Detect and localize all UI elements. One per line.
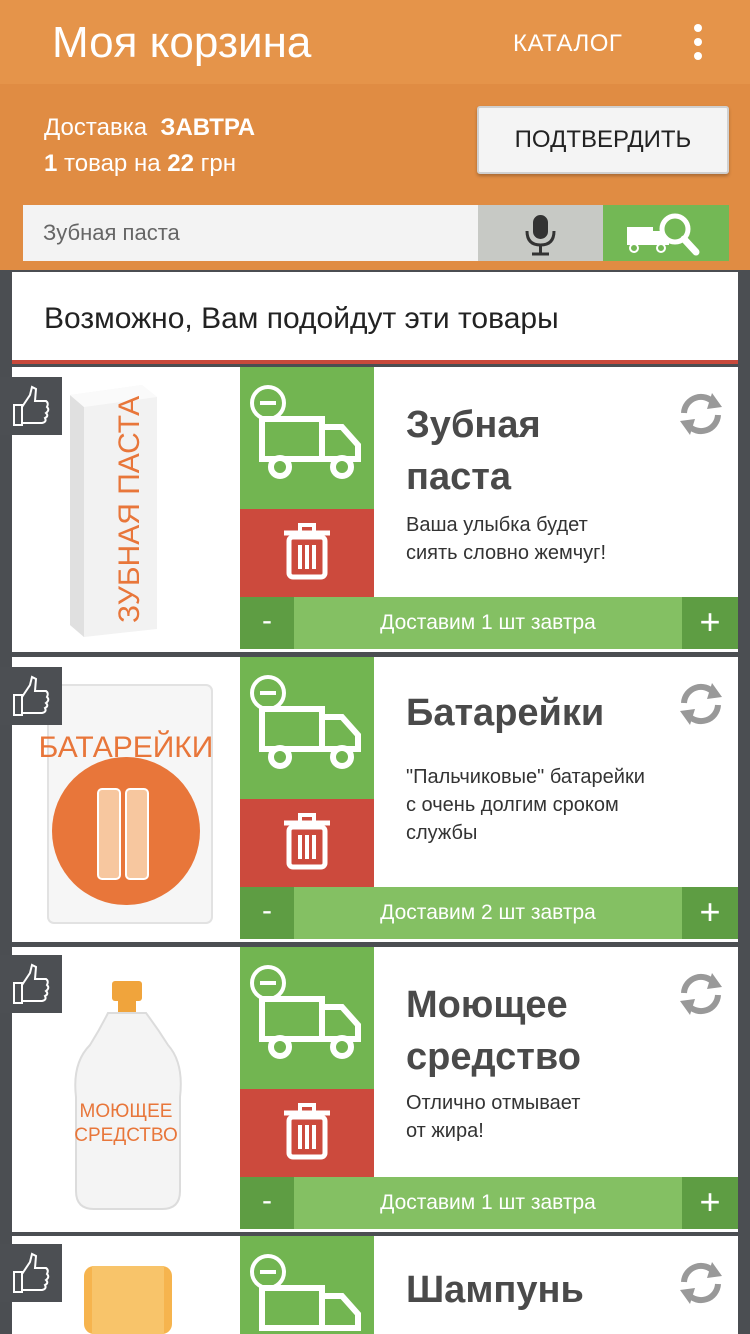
delete-button[interactable]	[240, 509, 374, 597]
items-count: 1	[44, 150, 58, 177]
product-card: БАТАРЕЙКИ Батарейки "Пальчиковые" батаре…	[0, 657, 738, 942]
remove-from-delivery-button[interactable]	[240, 947, 374, 1089]
search-input[interactable]	[23, 205, 478, 261]
like-button[interactable]	[0, 955, 62, 1013]
svg-text:ЗУБНАЯ ПАСТА: ЗУБНАЯ ПАСТА	[113, 396, 146, 623]
quantity-bar: - Доставим 1 шт завтра +	[240, 1177, 738, 1229]
increase-quantity-button[interactable]: +	[682, 597, 738, 649]
product-card: ЗУБНАЯ ПАСТА Зубная паста Ваша улыбка бу…	[0, 367, 738, 652]
refresh-icon[interactable]	[676, 679, 726, 729]
delivery-quantity-text: Доставим 1 шт завтра	[380, 611, 596, 634]
refresh-icon[interactable]	[676, 969, 726, 1019]
product-description: Ваша улыбка будет сиять словно жемчуг!	[406, 514, 607, 564]
increase-quantity-button[interactable]: +	[682, 887, 738, 939]
thumbs-up-icon	[13, 963, 50, 1004]
remove-from-delivery-button[interactable]	[240, 367, 374, 509]
currency: грн	[200, 150, 236, 177]
page-title: Моя корзина	[52, 18, 312, 67]
svg-text:СРЕДСТВО: СРЕДСТВО	[74, 1125, 177, 1146]
confirm-button[interactable]: ПОДТВЕРДИТЬ	[477, 106, 729, 174]
microphone-icon	[525, 215, 556, 256]
voice-search-button[interactable]	[478, 205, 603, 261]
quantity-bar: - Доставим 1 шт завтра +	[240, 597, 738, 649]
refresh-icon[interactable]	[676, 1258, 726, 1308]
increase-quantity-button[interactable]: +	[682, 1177, 738, 1229]
product-card: МОЮЩЕЕ СРЕДСТВО Моющее средство Отлично …	[0, 947, 738, 1232]
search-button[interactable]	[603, 205, 729, 261]
truck-minus-icon	[250, 385, 361, 479]
delete-button[interactable]	[240, 1089, 374, 1177]
trash-icon	[284, 1103, 330, 1160]
suggestions-title: Возможно, Вам подойдут эти товары	[44, 302, 559, 335]
more-menu-icon[interactable]	[686, 24, 710, 64]
thumbs-up-icon	[13, 1252, 50, 1293]
product-description: "Пальчиковые" батарейки с очень долгим ср…	[406, 766, 645, 844]
delivery-info: Доставка ЗАВТРА	[44, 114, 255, 142]
delivery-prefix: Доставка	[44, 114, 148, 141]
items-mid-text: товар на	[64, 150, 161, 177]
truck-minus-icon	[250, 965, 361, 1059]
remove-from-delivery-button[interactable]	[240, 657, 374, 799]
product-name: Батарейки	[406, 692, 605, 734]
refresh-icon[interactable]	[676, 389, 726, 439]
remove-from-delivery-button[interactable]	[240, 1236, 374, 1334]
truck-minus-icon	[250, 1254, 361, 1331]
thumbs-up-icon	[13, 675, 50, 716]
product-name: Моющее средство	[406, 984, 581, 1078]
top-app-bar: Моя корзина КАТАЛОГ	[0, 0, 750, 84]
thumbs-up-icon	[13, 385, 50, 426]
delete-button[interactable]	[240, 799, 374, 887]
truck-minus-icon	[250, 675, 361, 769]
like-button[interactable]	[0, 667, 62, 725]
trash-icon	[284, 523, 330, 580]
product-name: Шампунь	[406, 1269, 584, 1311]
product-description: Отлично отмывает от жира!	[406, 1092, 581, 1142]
quantity-bar: - Доставим 2 шт завтра +	[240, 887, 738, 939]
trash-icon	[284, 813, 330, 870]
product-name: Зубная паста	[406, 404, 541, 498]
suggestions-header: Возможно, Вам подойдут эти товары	[12, 272, 738, 364]
delivery-quantity-text: Доставим 1 шт завтра	[380, 1191, 596, 1214]
truck-search-icon	[627, 213, 700, 256]
cart-total: 22	[167, 150, 194, 177]
decrease-quantity-button[interactable]: -	[240, 597, 294, 649]
catalog-link[interactable]: КАТАЛОГ	[513, 30, 622, 58]
svg-text:МОЮЩЕЕ: МОЮЩЕЕ	[80, 1101, 173, 1122]
like-button[interactable]	[0, 1244, 62, 1302]
header: Моя корзина КАТАЛОГ Доставка ЗАВТРА 1 то…	[0, 0, 750, 270]
like-button[interactable]	[0, 377, 62, 435]
delivery-quantity-text: Доставим 2 шт завтра	[380, 901, 596, 924]
decrease-quantity-button[interactable]: -	[240, 887, 294, 939]
cart-summary: 1 товар на 22 грн	[44, 150, 236, 178]
decrease-quantity-button[interactable]: -	[240, 1177, 294, 1229]
delivery-day: ЗАВТРА	[160, 114, 256, 141]
product-card: Шампунь	[0, 1236, 738, 1334]
